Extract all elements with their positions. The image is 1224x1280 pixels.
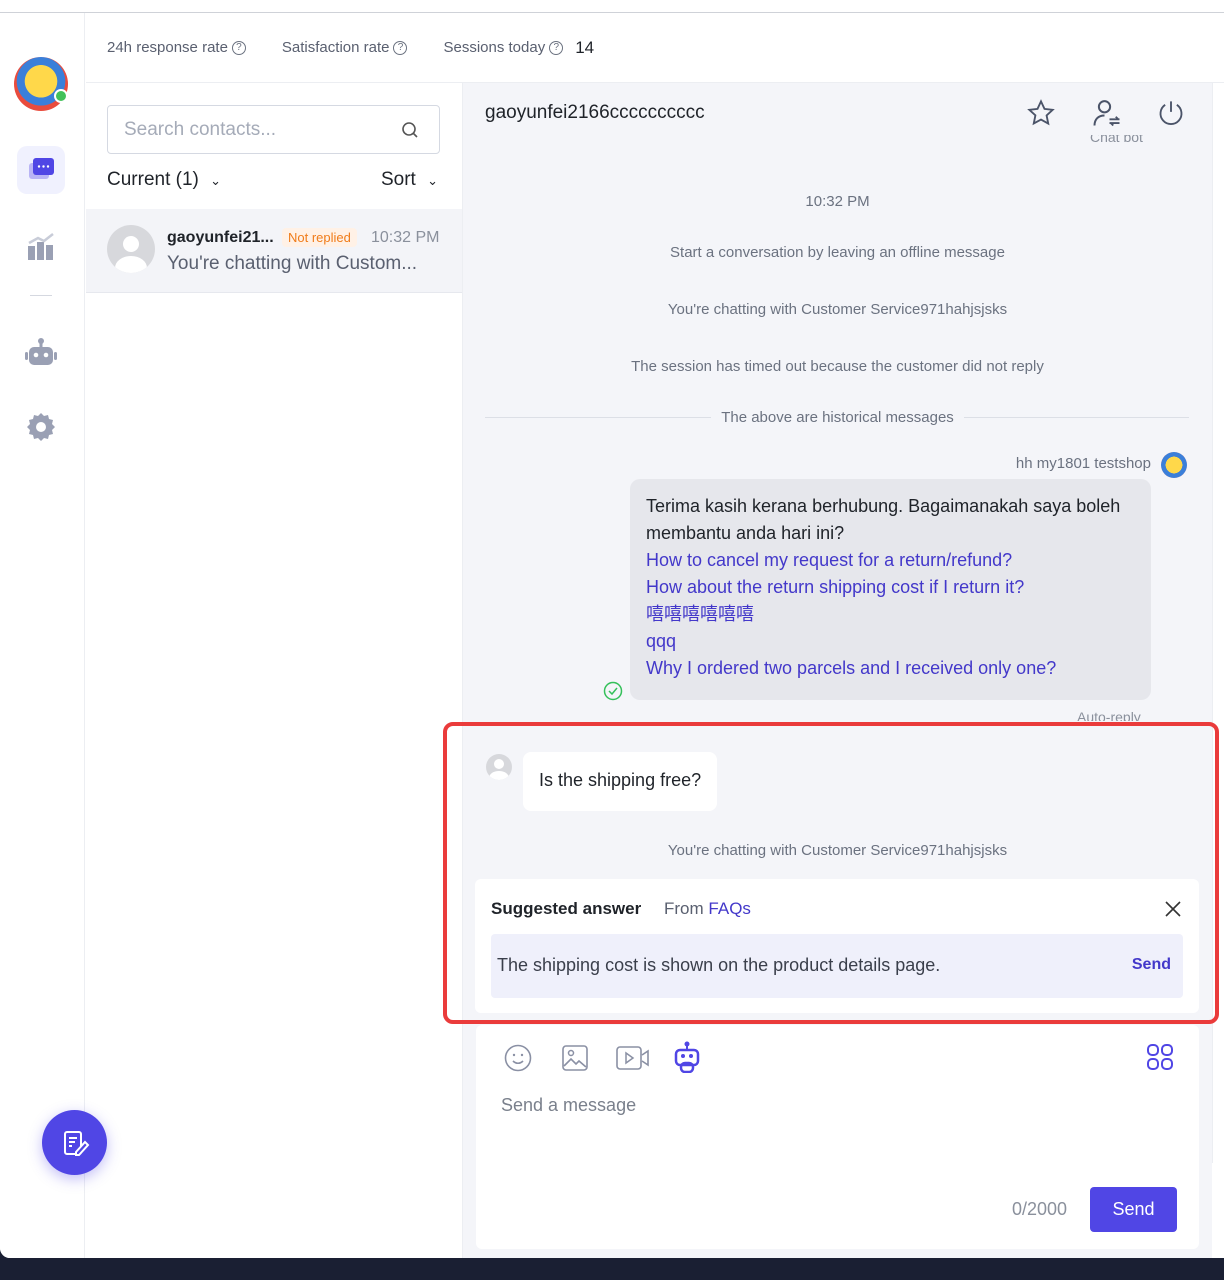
power-icon[interactable]	[1157, 99, 1185, 127]
chart-icon	[28, 233, 54, 260]
system-message: Start a conversation by leaving an offli…	[670, 244, 1005, 261]
sidebar-item-chat[interactable]	[17, 146, 65, 194]
avatar	[107, 225, 155, 273]
online-status-dot	[54, 89, 68, 103]
message-time: 10:32 PM	[805, 193, 870, 210]
transfer-user-icon[interactable]	[1092, 98, 1122, 128]
sidebar-item-analytics[interactable]	[17, 223, 65, 271]
faq-link[interactable]: qqq	[646, 628, 1135, 655]
list-item[interactable]: gaoyunfei21... Not replied 10:32 PM You'…	[86, 209, 462, 293]
sidebar	[0, 13, 85, 1258]
stats-bar: 24h response rate? Satisfaction rate? Se…	[86, 13, 1224, 83]
contact-preview: You're chatting with Custom...	[167, 253, 418, 274]
stat-sessions-today: Sessions today? 14	[443, 38, 594, 58]
message-input[interactable]: Send a message	[501, 1095, 1181, 1185]
stat-label: Sessions today	[443, 39, 546, 56]
stat-value: 14	[575, 37, 595, 57]
filter-label: Current (1)	[107, 169, 199, 190]
help-icon[interactable]: ?	[231, 40, 246, 55]
help-icon[interactable]: ?	[393, 40, 408, 55]
app-window: 24h response rate? Satisfaction rate? Se…	[0, 0, 1224, 1258]
highlight-box	[443, 722, 1219, 1024]
status-badge: Not replied	[282, 228, 357, 247]
faq-link[interactable]: How to cancel my request for a return/re…	[646, 547, 1135, 574]
robot-icon[interactable]	[672, 1041, 702, 1073]
search-input[interactable]: Search contacts...	[107, 105, 440, 154]
video-icon[interactable]	[615, 1043, 651, 1073]
composer: Send a message 0/2000 Send	[476, 1025, 1199, 1249]
agent-name: hh my1801 testshop	[1015, 455, 1151, 472]
help-icon[interactable]: ?	[549, 40, 564, 55]
filter-dropdown[interactable]: Current (1) ⌄	[107, 169, 221, 191]
chat-icon	[29, 158, 54, 179]
gear-icon	[27, 413, 55, 441]
stat-label: 24h response rate	[107, 39, 228, 56]
notes-button[interactable]	[42, 1110, 107, 1175]
agent-message-bubble: Terima kasih kerana berhubung. Bagaimana…	[630, 479, 1151, 700]
faq-link[interactable]: How about the return shipping cost if I …	[646, 574, 1135, 601]
history-divider-label: The above are historical messages	[463, 409, 1212, 426]
chevron-down-icon: ⌄	[427, 173, 438, 188]
search-icon[interactable]	[401, 121, 419, 139]
chat-title: gaoyunfei2166cccccccccc	[485, 102, 705, 123]
sidebar-item-robot[interactable]	[17, 328, 65, 376]
chatbot-label: Chat bot	[1090, 135, 1143, 145]
agent-avatar	[1161, 452, 1187, 478]
chat-panel: gaoyunfei2166cccccccccc Chat bot 10:32 P…	[463, 83, 1212, 1258]
system-message: You're chatting with Customer Service971…	[667, 301, 1008, 318]
stat-satisfaction-rate: Satisfaction rate?	[282, 39, 408, 56]
divider	[30, 295, 52, 296]
faq-link[interactable]: 嘻嘻嘻嘻嘻嘻	[646, 601, 1135, 628]
send-label: Send	[1112, 1199, 1155, 1219]
sidebar-item-settings[interactable]	[17, 403, 65, 451]
auto-reply-label: Auto-reply	[1077, 709, 1141, 721]
apps-grid-icon[interactable]	[1146, 1043, 1174, 1071]
sort-label: Sort	[380, 169, 416, 190]
message-placeholder: Send a message	[501, 1095, 637, 1115]
star-icon[interactable]	[1027, 99, 1055, 127]
stat-response-rate: 24h response rate?	[107, 39, 246, 56]
emoji-icon[interactable]	[503, 1043, 533, 1073]
stat-label: Satisfaction rate	[281, 39, 390, 56]
system-message: The session has timed out because the cu…	[631, 358, 1044, 375]
faq-link[interactable]: Why I ordered two parcels and I received…	[646, 655, 1135, 682]
chevron-down-icon: ⌄	[210, 173, 222, 188]
sort-dropdown[interactable]: Sort ⌄	[381, 169, 438, 191]
image-icon[interactable]	[560, 1043, 590, 1073]
contact-time: 10:32 PM	[371, 229, 440, 246]
contact-name: gaoyunfei21...	[167, 229, 274, 246]
robot-icon	[25, 338, 57, 365]
search-placeholder: Search contacts...	[124, 119, 277, 140]
edit-note-icon	[63, 1130, 89, 1156]
message-text: Terima kasih kerana berhubung. Bagaimana…	[646, 496, 1121, 543]
read-check-icon	[603, 681, 623, 701]
send-button[interactable]: Send	[1090, 1187, 1177, 1232]
contact-list: Search contacts... Current (1) ⌄ Sort ⌄ …	[42, 83, 463, 1258]
char-count: 0/2000	[1012, 1199, 1068, 1219]
